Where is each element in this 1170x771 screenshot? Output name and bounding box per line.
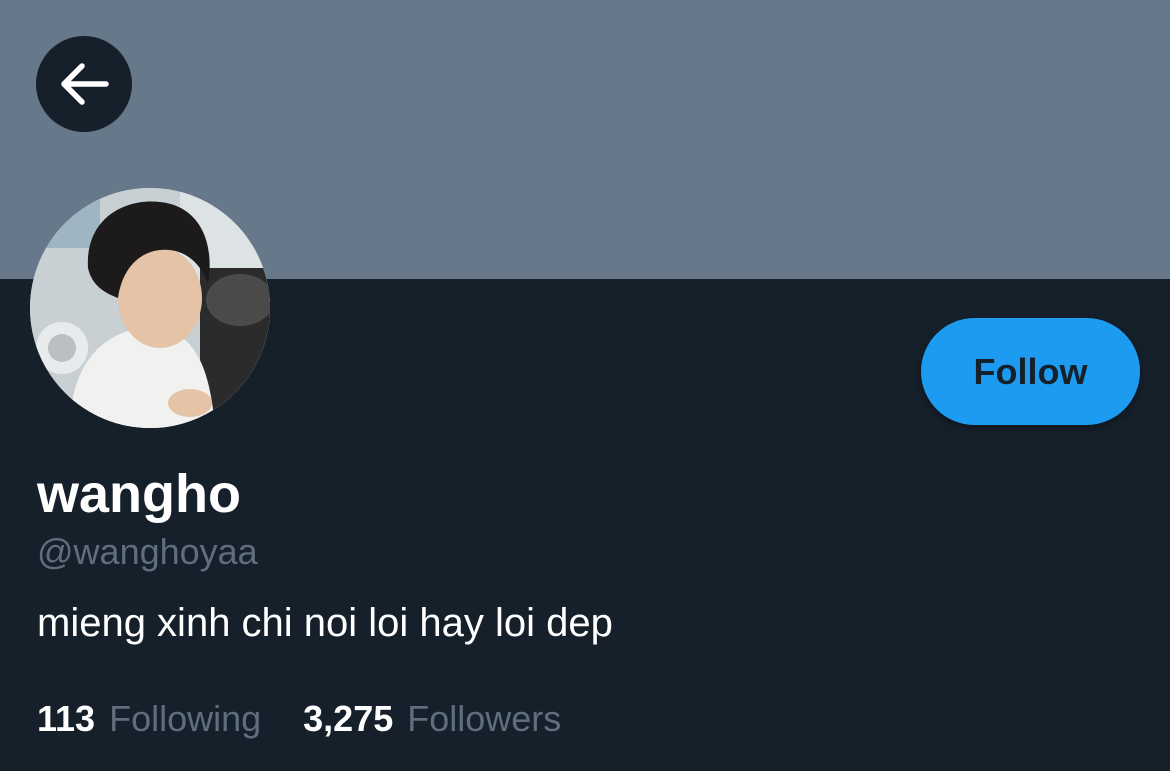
user-handle: @wanghoyaa <box>37 531 258 572</box>
arrow-left-icon <box>61 63 109 105</box>
back-button[interactable] <box>36 36 132 132</box>
avatar[interactable] <box>30 188 270 428</box>
followers-link[interactable]: 3,275 Followers <box>303 696 561 742</box>
following-link[interactable]: 113 Following <box>37 696 261 742</box>
followers-count: 3,275 <box>303 698 394 739</box>
follow-button[interactable]: Follow <box>921 318 1140 425</box>
display-name: wangho <box>37 464 241 524</box>
profile-photo <box>30 188 270 428</box>
followers-label: Followers <box>407 698 562 739</box>
profile-stats: 113 Following 3,275 Followers <box>37 696 603 742</box>
following-label: Following <box>109 698 262 739</box>
following-count: 113 <box>37 698 96 739</box>
profile-bio: mieng xinh chi noi loi hay loi dep <box>37 601 613 645</box>
